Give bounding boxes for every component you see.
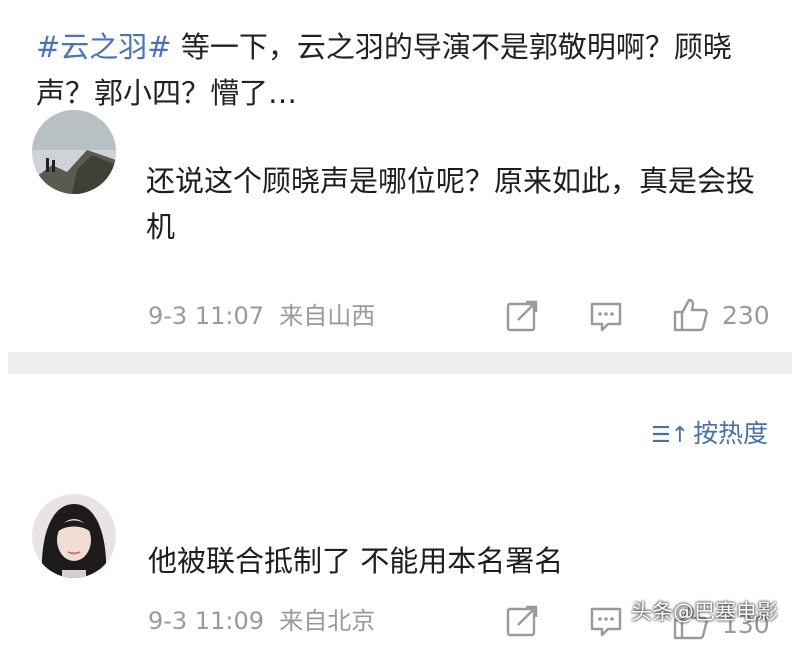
comment-meta-1: 9-3 11:07 来自山西 xyxy=(148,301,375,331)
comment-icon xyxy=(590,302,622,332)
section-divider xyxy=(8,352,792,374)
comment-meta-2: 9-3 11:09 来自北京 xyxy=(148,606,375,636)
comment-location-2: 来自北京 xyxy=(279,607,376,635)
commenter-avatar-1[interactable] xyxy=(32,110,116,194)
post-text: #云之羽# 等一下，云之羽的导演不是郭敬明啊？顾晓声？郭小四？懵了… xyxy=(36,24,776,116)
reply-button-1[interactable] xyxy=(588,298,624,334)
comment-time-2: 9-3 11:09 xyxy=(148,607,264,635)
sort-icon: ☰↑ xyxy=(651,423,690,448)
comment-text-2: 他被联合抵制了 不能用本名署名 xyxy=(148,544,564,578)
share-icon xyxy=(506,300,538,332)
like-count-1: 230 xyxy=(722,301,770,330)
comment-text-1: 还说这个顾晓声是哪位呢？原来如此，真是会投机 xyxy=(146,164,756,244)
share-button-1[interactable] xyxy=(504,298,540,334)
sort-by-hot-button[interactable]: ☰↑ 按热度 xyxy=(651,418,768,452)
landscape-avatar-icon xyxy=(32,110,116,194)
comment-icon xyxy=(590,607,622,637)
girl-avatar-icon xyxy=(32,494,116,578)
post-hashtag[interactable]: #云之羽# xyxy=(36,30,172,64)
like-button-1[interactable] xyxy=(672,296,710,334)
watermark-text: 头条@巴塞电影 xyxy=(631,600,778,624)
share-button-2[interactable] xyxy=(504,603,540,639)
comment-time-1: 9-3 11:07 xyxy=(148,302,264,330)
share-icon xyxy=(506,605,538,637)
comment-location-1: 来自山西 xyxy=(279,302,376,330)
reply-button-2[interactable] xyxy=(588,603,624,639)
thumbs-up-icon xyxy=(673,298,708,332)
commenter-avatar-2[interactable] xyxy=(32,494,116,578)
sort-label: 按热度 xyxy=(693,419,769,448)
